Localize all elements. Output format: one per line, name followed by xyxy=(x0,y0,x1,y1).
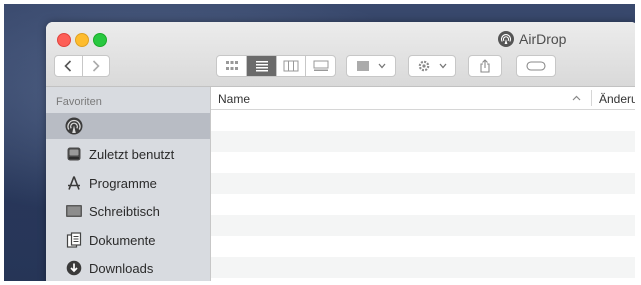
sidebar-item-airdrop[interactable] xyxy=(46,113,210,139)
column-view-button[interactable] xyxy=(275,56,306,76)
sidebar-header: Favoriten xyxy=(56,96,102,108)
sidebar: Favoriten Zuletzt benutzt Programme Schr… xyxy=(46,87,211,285)
list-row xyxy=(211,257,638,278)
navigation-buttons xyxy=(54,55,110,77)
column-header-date-modified[interactable]: Änderu xyxy=(599,92,638,106)
list-view-button[interactable] xyxy=(246,56,276,76)
list-row xyxy=(211,215,638,236)
action-button[interactable] xyxy=(408,55,456,77)
maximize-button[interactable] xyxy=(93,33,107,47)
list-row xyxy=(211,152,638,173)
list-view-icon xyxy=(255,61,268,72)
sidebar-item-recents[interactable]: Zuletzt benutzt xyxy=(46,141,210,167)
chevron-down-icon xyxy=(378,63,386,69)
image-border xyxy=(0,0,4,285)
list-row xyxy=(211,110,638,131)
gallery-view-button[interactable] xyxy=(305,56,335,76)
share-icon xyxy=(480,59,490,73)
minimize-button[interactable] xyxy=(75,33,89,47)
tag-icon xyxy=(526,61,546,71)
column-divider[interactable] xyxy=(591,90,592,106)
icon-view-icon xyxy=(225,61,238,70)
back-button[interactable] xyxy=(55,56,82,76)
sidebar-item-applications[interactable]: Programme xyxy=(46,170,210,196)
sidebar-item-label: Schreibtisch xyxy=(89,203,160,219)
arrange-icon xyxy=(357,61,369,71)
downloads-icon xyxy=(65,259,83,277)
title-bar: AirDrop xyxy=(46,22,638,87)
sidebar-item-label: Zuletzt benutzt xyxy=(89,146,175,162)
applications-icon xyxy=(65,174,83,192)
icon-view-button[interactable] xyxy=(217,56,246,76)
sidebar-item-label: Dokumente xyxy=(89,232,156,248)
column-header: Name Änderu xyxy=(211,87,638,110)
sidebar-item-documents[interactable]: Dokumente xyxy=(46,227,210,253)
image-border xyxy=(635,0,641,285)
share-button[interactable] xyxy=(468,55,502,77)
sort-ascending-icon xyxy=(572,93,581,103)
close-button[interactable] xyxy=(57,33,71,47)
list-row xyxy=(211,173,638,194)
column-view-icon xyxy=(283,60,299,72)
chevron-right-icon xyxy=(92,60,100,72)
view-switcher xyxy=(216,55,336,77)
forward-button[interactable] xyxy=(81,56,110,76)
chevron-down-icon xyxy=(439,63,447,69)
recents-icon xyxy=(65,145,83,163)
window-title-label: AirDrop xyxy=(519,31,567,47)
list-row xyxy=(211,131,638,152)
sidebar-item-downloads[interactable]: Downloads xyxy=(46,255,210,281)
documents-icon xyxy=(65,231,83,249)
chevron-left-icon xyxy=(64,60,72,72)
airdrop-icon xyxy=(498,31,514,47)
column-header-name[interactable]: Name xyxy=(218,92,250,106)
list-row xyxy=(211,236,638,257)
image-border xyxy=(0,281,641,285)
airdrop-icon xyxy=(65,117,83,135)
gear-icon xyxy=(418,60,430,72)
list-row xyxy=(211,194,638,215)
sidebar-item-label: Programme xyxy=(89,175,157,191)
file-list: Name Änderu xyxy=(211,87,638,285)
sidebar-item-label: Downloads xyxy=(89,260,154,276)
desktop-icon xyxy=(65,202,83,220)
window-title: AirDrop xyxy=(498,28,566,50)
image-border xyxy=(0,0,641,4)
gallery-view-icon xyxy=(313,60,329,71)
finder-window: AirDrop Favoriten Zuletzt benutzt Progra… xyxy=(46,22,638,285)
sidebar-item-desktop[interactable]: Schreibtisch xyxy=(46,198,210,224)
arrange-button[interactable] xyxy=(346,55,396,77)
tag-button[interactable] xyxy=(516,55,556,77)
